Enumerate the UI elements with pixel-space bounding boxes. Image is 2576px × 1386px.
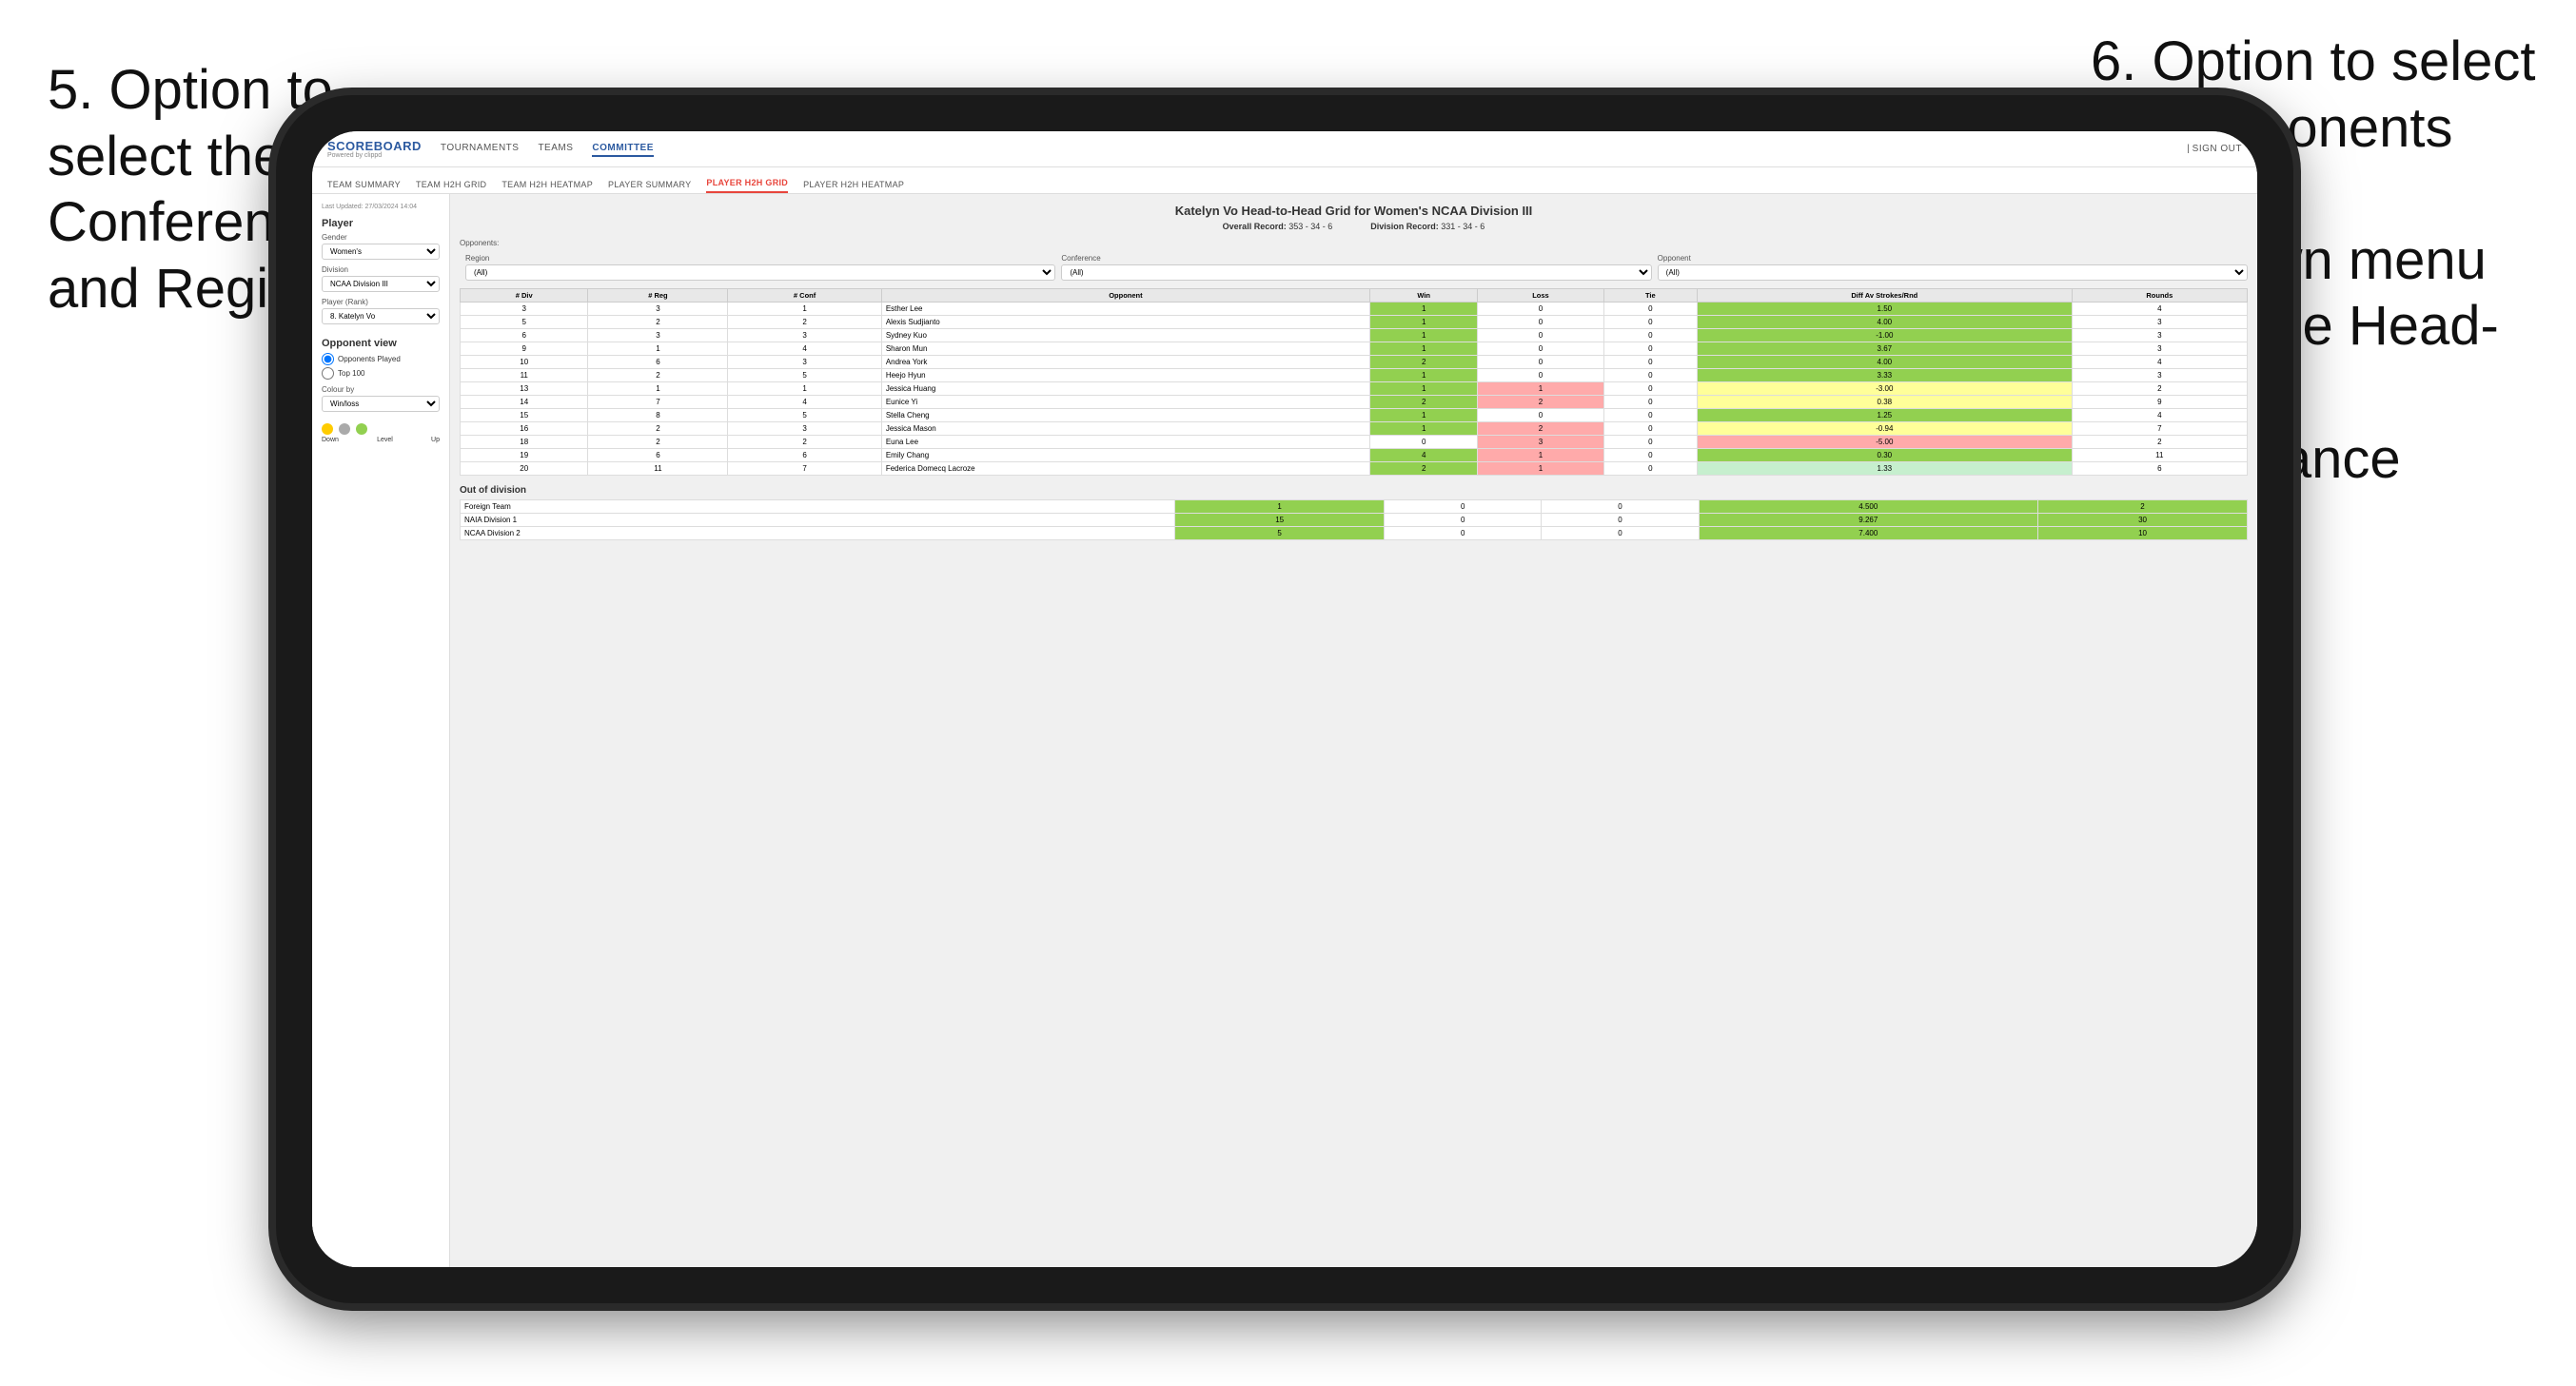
conference-filter-select[interactable]: (All): [1061, 264, 1651, 281]
tablet-screen: SCOREBOARD Powered by clippd TOURNAMENTS…: [312, 131, 2257, 1267]
opponent-filter-label: Opponent: [1658, 254, 2248, 263]
table-row: 16 2 3 Jessica Mason 1 2 0 -0.94 7: [461, 422, 2248, 436]
grid-title-bar: Katelyn Vo Head-to-Head Grid for Women's…: [460, 204, 2248, 218]
table-row: 3 3 1 Esther Lee 1 0 0 1.50 4: [461, 303, 2248, 316]
region-filter-select[interactable]: (All): [465, 264, 1055, 281]
colour-dot-level: [339, 423, 350, 435]
division-record: Division Record: 331 - 34 - 6: [1370, 222, 1485, 231]
col-div: # Div: [461, 289, 588, 303]
filter-row: Opponents:: [460, 237, 2248, 248]
conference-filter-label: Conference: [1061, 254, 1651, 263]
table-row: 13 1 1 Jessica Huang 1 1 0 -3.00 2: [461, 382, 2248, 396]
table-row: 9 1 4 Sharon Mun 1 0 0 3.67 3: [461, 342, 2248, 356]
table-row: 11 2 5 Heejo Hyun 1 0 0 3.33 3: [461, 369, 2248, 382]
data-table: # Div # Reg # Conf Opponent Win Loss Tie…: [460, 288, 2248, 476]
sub-nav: TEAM SUMMARY TEAM H2H GRID TEAM H2H HEAT…: [312, 167, 2257, 194]
player-rank-select[interactable]: 8. Katelyn Vo: [322, 308, 440, 324]
table-row: 10 6 3 Andrea York 2 0 0 4.00 4: [461, 356, 2248, 369]
tablet-frame: SCOREBOARD Powered by clippd TOURNAMENTS…: [276, 95, 2293, 1303]
col-opponent: Opponent: [881, 289, 1369, 303]
col-diff: Diff Av Strokes/Rnd: [1697, 289, 2072, 303]
nav-teams[interactable]: TEAMS: [538, 141, 573, 157]
top-100-radio[interactable]: Top 100: [322, 367, 440, 380]
gender-select[interactable]: Women's: [322, 244, 440, 260]
nav-right: | Sign out: [2187, 144, 2242, 154]
col-rounds: Rounds: [2072, 289, 2247, 303]
sign-out-link[interactable]: Sign out: [2193, 142, 2242, 156]
logo-sub: Powered by clippd: [327, 152, 422, 159]
list-item: NAIA Division 1 15 0 0 9.267 30: [461, 514, 2248, 527]
nav-tournaments[interactable]: TOURNAMENTS: [441, 141, 520, 157]
logo-area: SCOREBOARD Powered by clippd: [327, 140, 422, 159]
out-of-division-table: Foreign Team 1 0 0 4.500 2 NAIA Division…: [460, 499, 2248, 540]
grid-records: Overall Record: 353 - 34 - 6 Division Re…: [460, 222, 2248, 231]
opponents-played-radio[interactable]: Opponents Played: [322, 353, 440, 365]
screen-content: SCOREBOARD Powered by clippd TOURNAMENTS…: [312, 131, 2257, 1267]
table-row: 6 3 3 Sydney Kuo 1 0 0 -1.00 3: [461, 329, 2248, 342]
sub-nav-team-h2h-heatmap[interactable]: TEAM H2H HEATMAP: [501, 180, 593, 193]
region-filter-group: Region (All): [465, 254, 1055, 281]
table-row: 15 8 5 Stella Cheng 1 0 0 1.25 4: [461, 409, 2248, 422]
sub-nav-player-h2h-grid[interactable]: PLAYER H2H GRID: [706, 178, 788, 193]
out-of-division-title: Out of division: [460, 485, 2248, 496]
grid-area: Katelyn Vo Head-to-Head Grid for Women's…: [450, 194, 2257, 1267]
list-item: Foreign Team 1 0 0 4.500 2: [461, 500, 2248, 514]
logo-text: SCOREBOARD: [327, 140, 422, 152]
colour-dot-up: [356, 423, 367, 435]
gender-label: Gender: [322, 233, 440, 242]
player-rank-label: Player (Rank): [322, 298, 440, 306]
sub-nav-team-summary[interactable]: TEAM SUMMARY: [327, 180, 401, 193]
list-item: NCAA Division 2 5 0 0 7.400 10: [461, 527, 2248, 540]
nav-committee[interactable]: COMMITTEE: [592, 141, 654, 157]
table-row: 5 2 2 Alexis Sudjianto 1 0 0 4.00 3: [461, 316, 2248, 329]
col-tie: Tie: [1603, 289, 1697, 303]
col-reg: # Reg: [588, 289, 728, 303]
nav-separator: |: [2187, 144, 2192, 154]
region-filter-label: Region: [465, 254, 1055, 263]
opponents-label-cell: Opponents:: [460, 237, 1052, 248]
sub-nav-team-h2h-grid[interactable]: TEAM H2H GRID: [416, 180, 486, 193]
colour-legend: [322, 423, 440, 435]
nav-items: TOURNAMENTS TEAMS COMMITTEE: [441, 141, 2168, 157]
division-select[interactable]: NCAA Division III: [322, 276, 440, 292]
division-label: Division: [322, 265, 440, 274]
conference-filter-group: Conference (All): [1061, 254, 1651, 281]
main-content: Last Updated: 27/03/2024 14:04 Player Ge…: [312, 194, 2257, 1267]
table-row: 18 2 2 Euna Lee 0 3 0 -5.00 2: [461, 436, 2248, 449]
grid-main-title: Katelyn Vo Head-to-Head Grid for Women's…: [460, 204, 2248, 218]
sub-nav-player-h2h-heatmap[interactable]: PLAYER H2H HEATMAP: [803, 180, 904, 193]
opponent-filter-group: Opponent (All): [1658, 254, 2248, 281]
opponent-view-title: Opponent view: [322, 338, 440, 349]
table-row: 20 11 7 Federica Domecq Lacroze 2 1 0 1.…: [461, 462, 2248, 476]
colour-by-select[interactable]: Win/loss: [322, 396, 440, 412]
col-win: Win: [1370, 289, 1478, 303]
colour-legend-labels: Down Level Up: [322, 437, 440, 443]
opponent-view-group: Opponents Played Top 100: [322, 353, 440, 380]
player-section-title: Player: [322, 218, 440, 229]
col-loss: Loss: [1478, 289, 1603, 303]
sub-nav-player-summary[interactable]: PLAYER SUMMARY: [608, 180, 691, 193]
col-conf: # Conf: [728, 289, 881, 303]
table-row: 19 6 6 Emily Chang 4 1 0 0.30 11: [461, 449, 2248, 462]
overall-record: Overall Record: 353 - 34 - 6: [1223, 222, 1333, 231]
last-updated: Last Updated: 27/03/2024 14:04: [322, 204, 440, 210]
sidebar: Last Updated: 27/03/2024 14:04 Player Ge…: [312, 194, 450, 1267]
nav-bar: SCOREBOARD Powered by clippd TOURNAMENTS…: [312, 131, 2257, 167]
colour-dot-down: [322, 423, 333, 435]
table-row: 14 7 4 Eunice Yi 2 2 0 0.38 9: [461, 396, 2248, 409]
colour-by-label: Colour by: [322, 385, 440, 394]
opponent-filter-select[interactable]: (All): [1658, 264, 2248, 281]
